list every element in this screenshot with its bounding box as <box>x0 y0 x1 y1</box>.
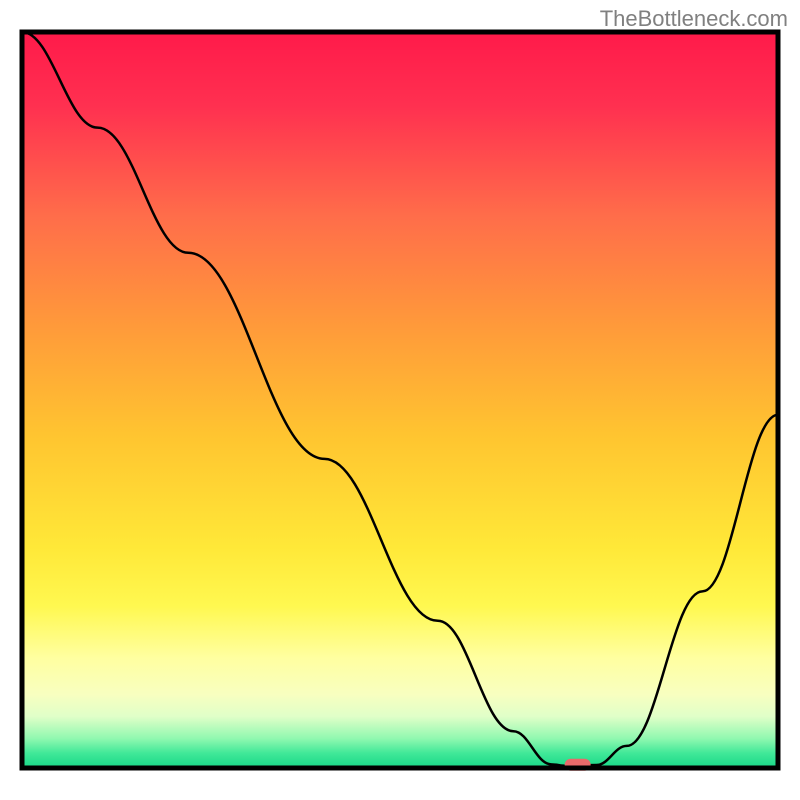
bottleneck-chart <box>0 0 800 800</box>
plot-background <box>22 32 778 768</box>
chart-container: TheBottleneck.com <box>0 0 800 800</box>
watermark-text: TheBottleneck.com <box>600 6 788 32</box>
